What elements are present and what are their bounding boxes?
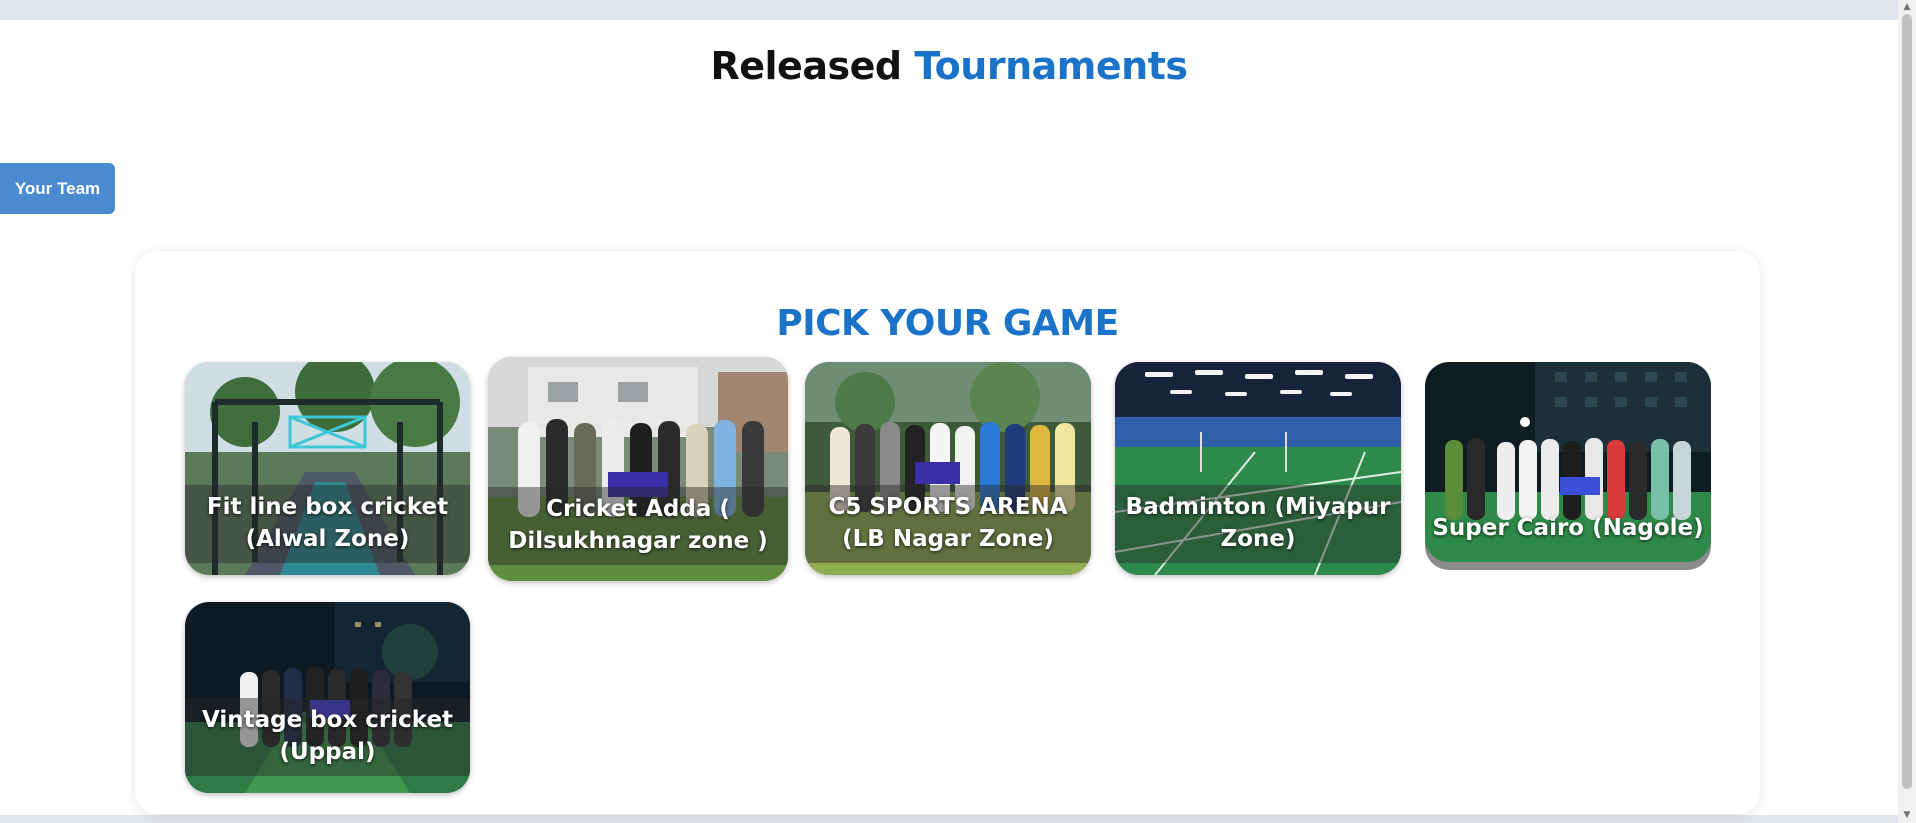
scroll-up-icon[interactable]: ▲ <box>1902 2 1912 12</box>
page-scrollbar[interactable]: ▲ ▼ <box>1898 0 1916 823</box>
scroll-down-icon[interactable]: ▼ <box>1902 810 1912 820</box>
game-card-fit-line[interactable]: Fit line box cricket (Alwal Zone) <box>185 362 470 575</box>
your-team-button[interactable]: Your Team <box>0 163 115 214</box>
game-picker-panel: PICK YOUR GAME Fit line box cricket (Alw… <box>135 251 1760 814</box>
page-title-main: Released <box>710 44 903 88</box>
bottom-strip <box>0 815 1898 823</box>
game-card-label: Super Cairo (Nagole) <box>1432 515 1704 541</box>
game-card-c5-sports-arena[interactable]: C5 SPORTS ARENA (LB Nagar Zone) <box>805 362 1091 575</box>
top-strip <box>0 0 1898 20</box>
page-title: Released Tournaments <box>0 44 1898 88</box>
game-card-label: Badminton (Miyapur Zone) <box>1115 485 1401 563</box>
game-card-cricket-adda[interactable]: Cricket Adda ( Dilsukhnagar zone ) <box>488 357 788 581</box>
game-card-label: C5 SPORTS ARENA (LB Nagar Zone) <box>805 485 1091 563</box>
game-card-badminton[interactable]: Badminton (Miyapur Zone) <box>1115 362 1401 575</box>
page-title-accent: Tournaments <box>914 44 1188 88</box>
pick-game-title: PICK YOUR GAME <box>776 303 1119 344</box>
game-card-super-cairo[interactable]: Super Cairo (Nagole) <box>1425 362 1711 562</box>
scroll-thumb[interactable] <box>1902 14 1912 789</box>
game-card-vintage-box-cricket[interactable]: Vintage box cricket (Uppal) <box>185 602 470 793</box>
game-card-label: Vintage box cricket (Uppal) <box>185 698 470 776</box>
game-card-label: Cricket Adda ( Dilsukhnagar zone ) <box>488 487 788 565</box>
game-card-label: Fit line box cricket (Alwal Zone) <box>185 485 470 563</box>
